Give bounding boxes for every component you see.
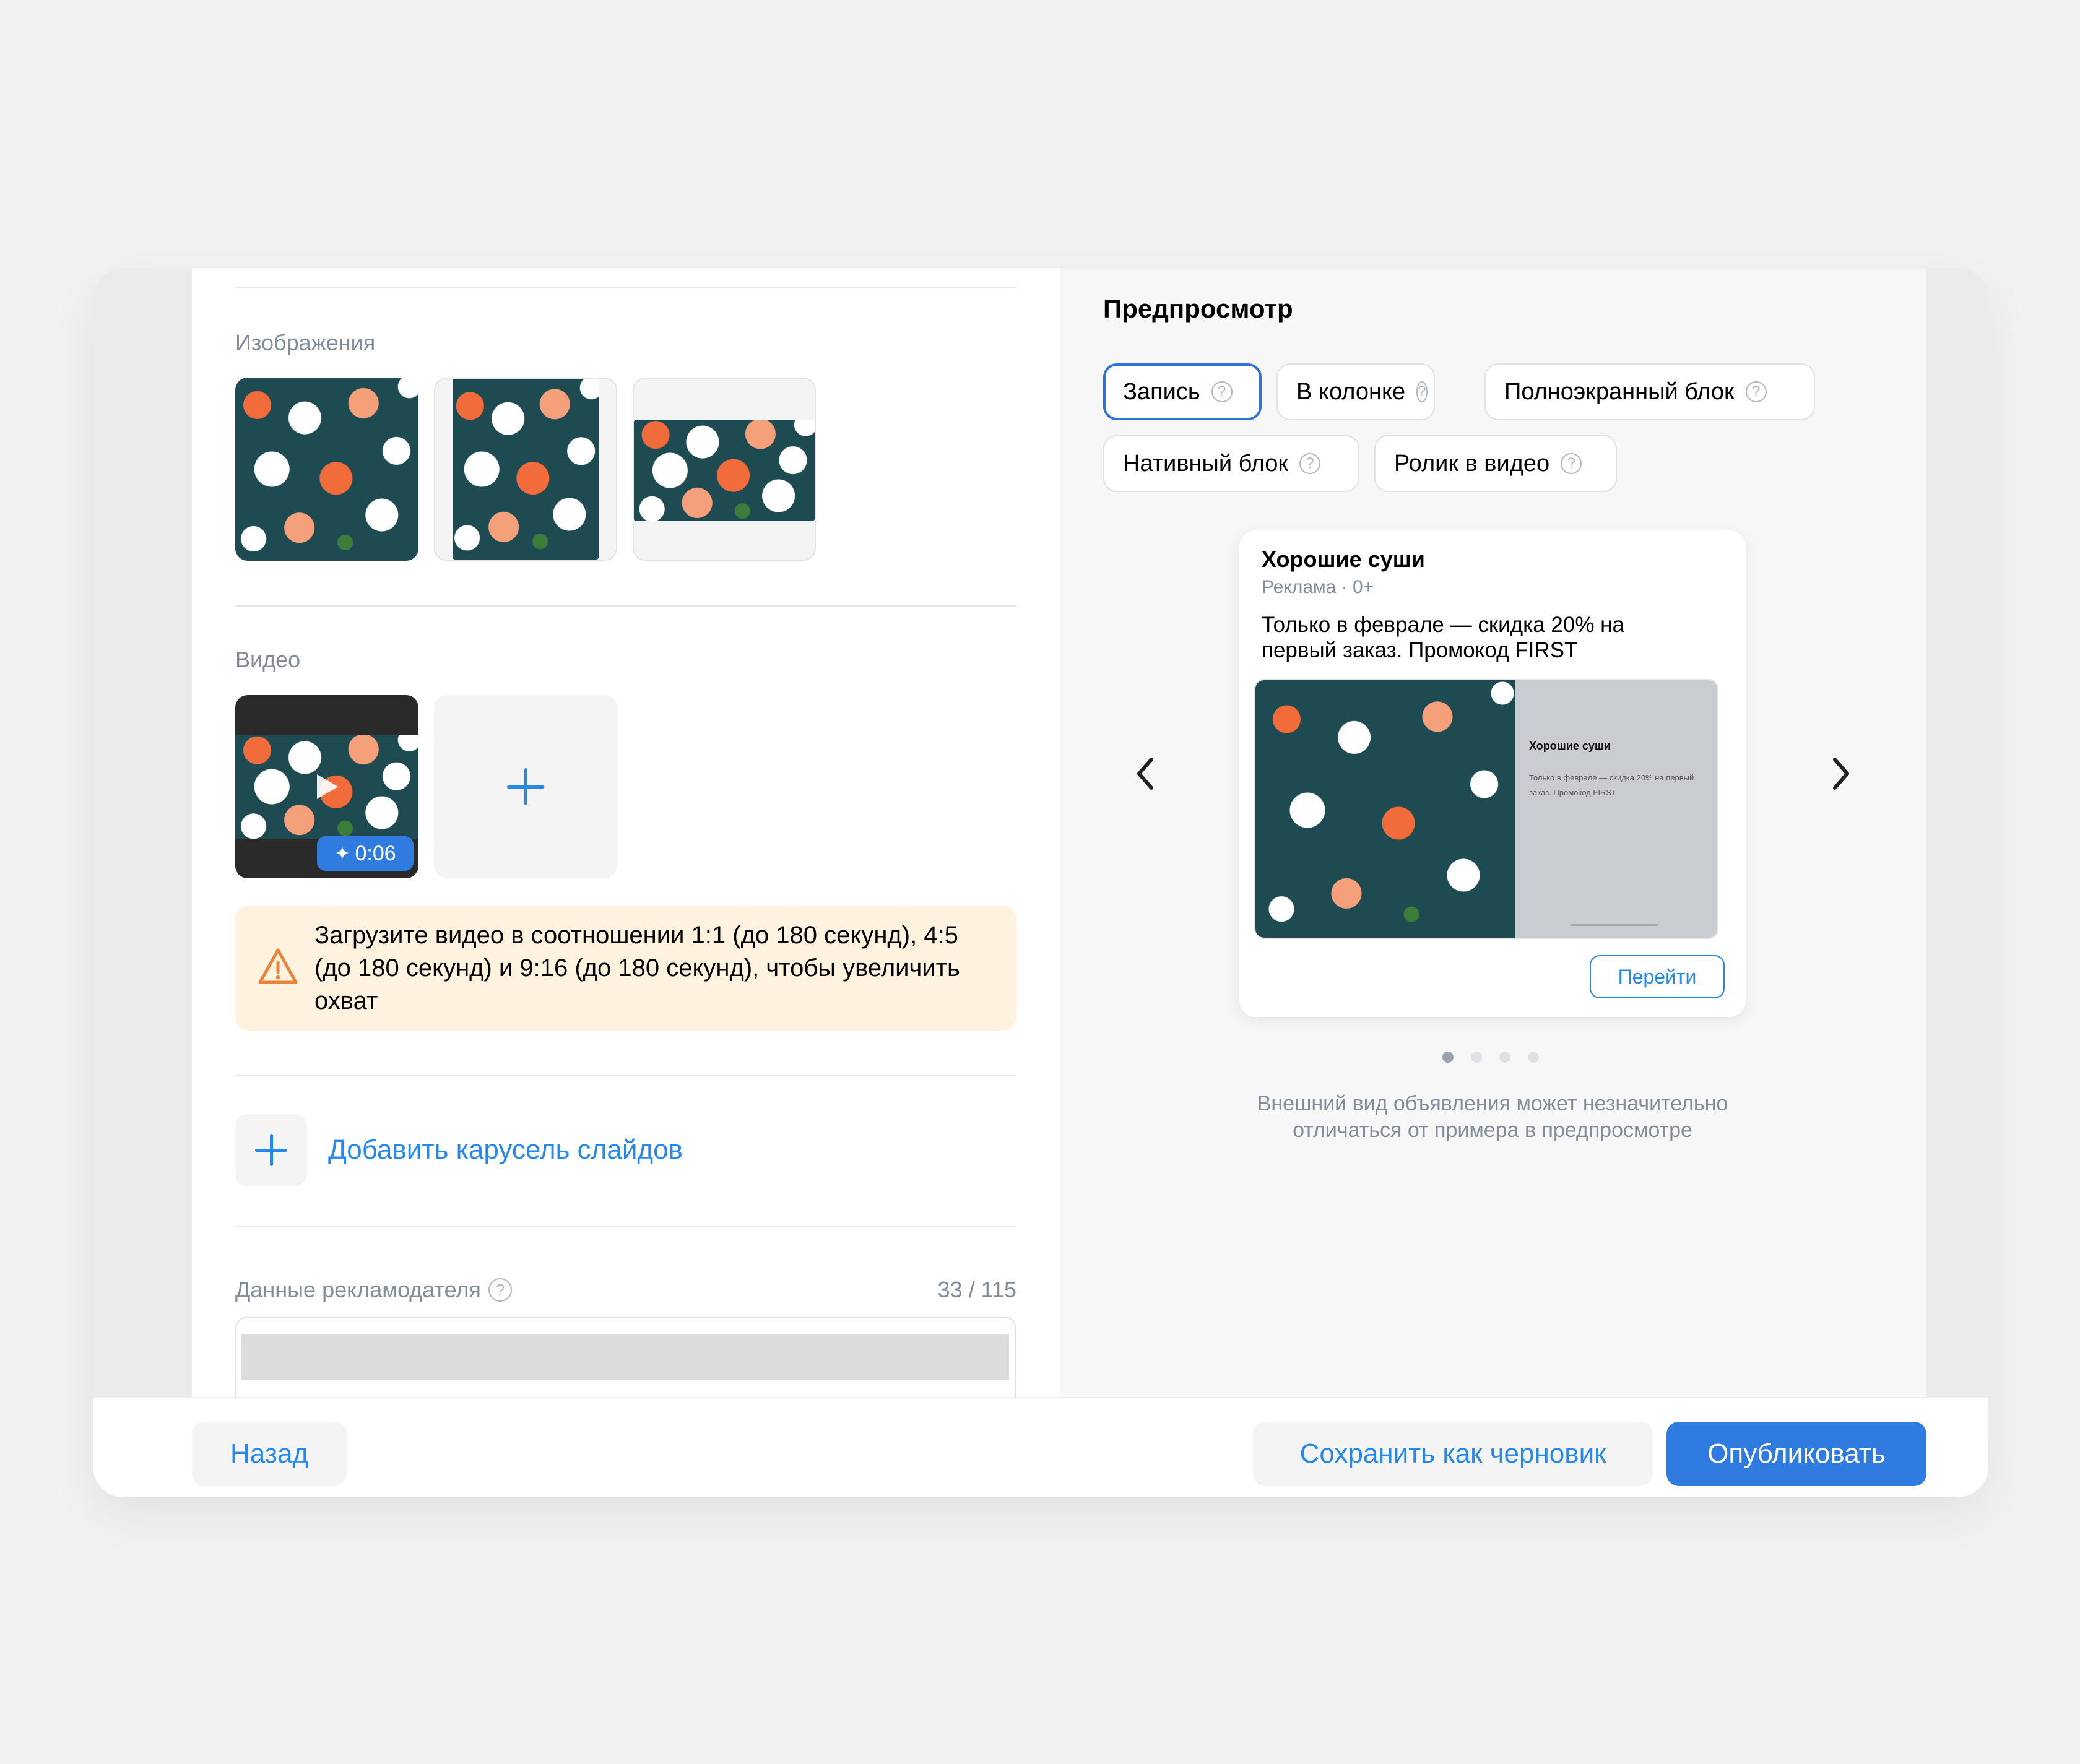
video-thumbnail[interactable]: ✦ 0:06 — [235, 695, 418, 878]
help-icon[interactable]: ? — [1211, 381, 1233, 402]
ad-preview-card: Хорошие суши Реклама · 0+ Только в февра… — [1239, 530, 1746, 1017]
help-icon[interactable]: ? — [1561, 453, 1582, 474]
back-button[interactable]: Назад — [192, 1422, 347, 1486]
help-icon[interactable]: ? — [1745, 381, 1767, 402]
ad-text: Только в феврале — скидка 20% на первый … — [1262, 613, 1624, 662]
advertiser-field[interactable] — [235, 1317, 1016, 1409]
add-carousel-icon-button[interactable] — [235, 1114, 307, 1186]
advertiser-label-text: Данные рекламодателя — [235, 1277, 481, 1302]
add-carousel-link[interactable]: Добавить карусель слайдов — [328, 1135, 683, 1165]
ad-title: Хорошие суши — [1262, 547, 1425, 572]
slide-dots — [1442, 1052, 1539, 1063]
disclaimer-line: отличаться от примера в предпросмотре — [1293, 1118, 1692, 1142]
divider — [235, 605, 1016, 607]
preview-disclaimer: Внешний вид объявления может незначитель… — [1184, 1091, 1801, 1144]
chevron-right-icon[interactable] — [1830, 756, 1852, 792]
warning-text: Загрузите видео в соотношении 1:1 (до 18… — [314, 922, 960, 1014]
duration-badge: ✦ 0:06 — [317, 836, 414, 871]
slide-dot[interactable] — [1471, 1052, 1482, 1063]
chip-label: Полноэкранный блок — [1504, 378, 1735, 405]
video-warning-banner: Загрузите видео в соотношении 1:1 (до 18… — [235, 906, 1016, 1031]
duration-text: 0:06 — [355, 841, 396, 865]
image-thumbnail-16x9[interactable] — [633, 378, 816, 561]
slide-dot-active[interactable] — [1442, 1052, 1454, 1063]
images-label: Изображения — [235, 330, 376, 355]
divider — [235, 287, 1016, 288]
tab-polnoekrannyj-blok[interactable]: Полноэкранный блок? — [1484, 363, 1815, 420]
preview-title: Предпросмотр — [1103, 294, 1293, 323]
ad-go-button[interactable]: Перейти — [1590, 955, 1725, 998]
banner-fineprint — [1571, 924, 1658, 926]
video-label: Видео — [235, 647, 301, 672]
tab-nativnyj-blok[interactable]: Нативный блок? — [1103, 435, 1359, 492]
chip-label: Запись — [1123, 378, 1200, 405]
sparkle-icon: ✦ — [334, 843, 350, 864]
publish-button[interactable]: Опубликовать — [1666, 1422, 1926, 1486]
tab-v-kolonke[interactable]: В колонке? — [1276, 363, 1435, 420]
help-icon[interactable]: ? — [1299, 453, 1321, 474]
divider — [235, 1075, 1016, 1076]
chip-label: Ролик в видео — [1394, 450, 1550, 477]
banner-sushi-photo — [1255, 680, 1515, 938]
advertiser-label: Данные рекламодателя ? — [235, 1277, 512, 1303]
ad-meta: Реклама · 0+ — [1262, 577, 1374, 597]
help-icon[interactable]: ? — [488, 1278, 512, 1302]
chip-label: В колонке — [1296, 378, 1406, 405]
image-thumbnail-1x1[interactable] — [235, 378, 418, 561]
play-icon — [317, 774, 338, 799]
tab-rolik-v-video[interactable]: Ролик в видео? — [1374, 435, 1617, 492]
ad-banner-image: Хорошие суши Только в феврале — скидка 2… — [1254, 679, 1718, 939]
plus-icon — [507, 768, 544, 805]
disclaimer-line: Внешний вид объявления может незначитель… — [1257, 1092, 1728, 1115]
save-draft-button[interactable]: Сохранить как черновик — [1253, 1422, 1653, 1486]
divider — [235, 1226, 1016, 1227]
add-video-button[interactable] — [434, 695, 617, 878]
chevron-left-icon[interactable] — [1134, 756, 1156, 792]
plus-icon — [255, 1134, 287, 1166]
warning-icon — [258, 948, 298, 984]
banner-text-area: Хорошие суши Только в феврале — скидка 2… — [1515, 680, 1717, 938]
advertiser-counter: 33 / 115 — [937, 1277, 1016, 1302]
help-icon[interactable]: ? — [1416, 381, 1428, 402]
banner-text: Только в феврале — скидка 20% на первый … — [1529, 773, 1694, 797]
image-16x9-content — [634, 420, 815, 521]
slide-dot[interactable] — [1499, 1052, 1510, 1063]
advertiser-field-value — [241, 1334, 1009, 1380]
image-4x5-content — [453, 379, 599, 560]
chip-label: Нативный блок — [1123, 450, 1289, 477]
slide-dot[interactable] — [1528, 1052, 1539, 1063]
banner-title: Хорошие суши — [1529, 740, 1611, 752]
tab-zapis[interactable]: Запись? — [1103, 363, 1262, 420]
image-thumbnail-4x5[interactable] — [434, 378, 617, 561]
